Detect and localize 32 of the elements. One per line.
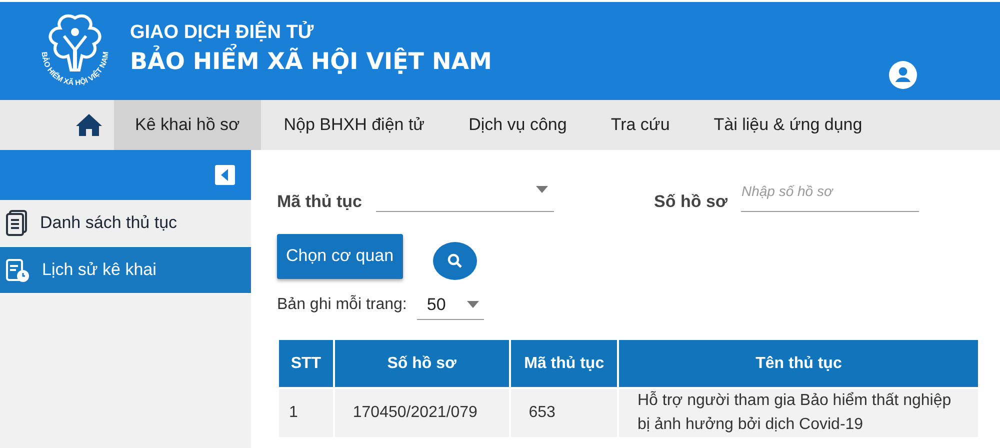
agency-button[interactable]: Chọn cơ quan (277, 234, 403, 278)
nav-tab[interactable]: Kê khai hồ sơ (114, 100, 261, 150)
nav-tab[interactable]: Dịch vụ công (448, 100, 588, 150)
dropdown-icon (536, 186, 548, 193)
collapse-icon[interactable] (215, 165, 235, 185)
table-cell: 1 (278, 388, 334, 438)
table-cell: Hỗ trợ người tham gia Bảo hiểm thất nghiệp bị ảnh hưởng bởi dịch Covid-19 (618, 388, 979, 438)
document-clock-icon (6, 257, 30, 283)
site-title: BẢO HIỂM XÃ HỘI VIỆT NAM (130, 44, 492, 80)
nav-tab[interactable]: Nộp BHXH điện tử (262, 100, 446, 150)
user-icon[interactable] (889, 61, 917, 89)
table-cell: 170450/2021/079 (334, 388, 510, 438)
procedure-select[interactable] (376, 186, 554, 212)
field-label: Mã thủ tục (277, 192, 362, 212)
per-page-select[interactable]: 50 (416, 290, 484, 320)
column-header: Số hồ sơ (334, 340, 510, 388)
nav-tab[interactable]: Tra cứu (590, 100, 691, 150)
dropdown-icon (466, 301, 479, 308)
column-header: STT (278, 340, 334, 388)
field-label: Số hồ sơ (654, 192, 728, 212)
search-button[interactable] (432, 242, 477, 280)
record-input[interactable]: Nhập số hồ sơ (741, 182, 920, 212)
column-header: Mã thủ tục (510, 340, 618, 388)
column-header: Tên thủ tục (618, 340, 979, 388)
per-page-label: Bản ghi mỗi trang: (277, 296, 407, 314)
nav-tab[interactable]: Tài liệu & ứng dụng (692, 100, 884, 150)
search-icon (446, 253, 463, 269)
table-cell: 653 (510, 388, 618, 438)
document-icon (6, 210, 28, 236)
sidebar-item[interactable]: Lịch sử kê khai (0, 247, 251, 294)
home-icon (75, 112, 103, 138)
site-subtitle: GIAO DỊCH ĐIỆN TỬ (130, 22, 315, 44)
